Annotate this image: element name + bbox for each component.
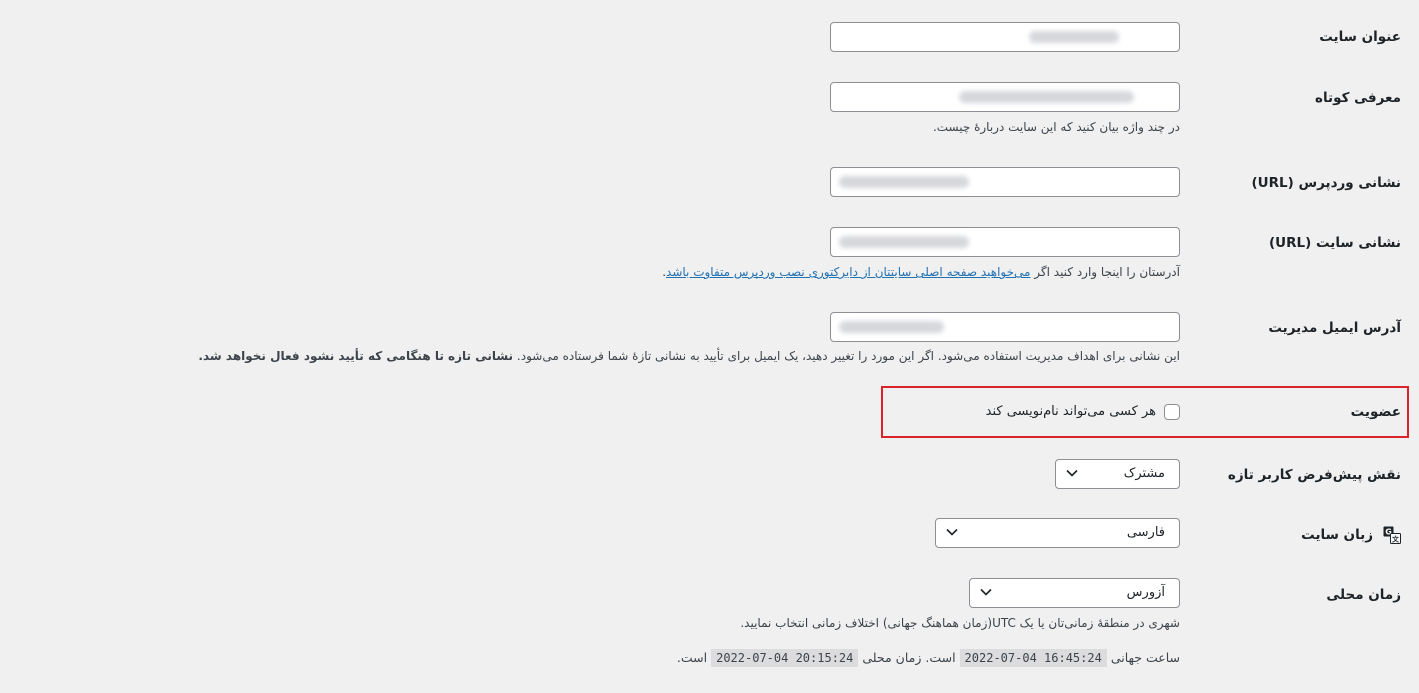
svg-text:文: 文 — [1392, 535, 1400, 544]
admin-email-input[interactable] — [830, 312, 1180, 342]
membership-checkbox[interactable] — [1164, 404, 1180, 420]
site-url-redacted-value — [839, 236, 969, 248]
local-time-suffix: است. — [676, 650, 708, 665]
default-role-selected-value: مشترک — [1123, 466, 1165, 481]
site-language-selected-value: فارسی — [1126, 525, 1165, 540]
site-url-input[interactable] — [830, 227, 1180, 257]
site-language-label: زبان سایت — [1301, 527, 1373, 543]
tagline-redacted-value — [959, 91, 1134, 103]
site-title-input[interactable] — [830, 22, 1180, 52]
admin-email-redacted-value — [839, 321, 944, 333]
utc-time-value: 2022-07-04 16:45:24 — [959, 649, 1107, 667]
timezone-select[interactable]: آزورس — [969, 578, 1180, 608]
timezone-label: زمان محلی — [1326, 587, 1401, 603]
wordpress-url-redacted-value — [839, 176, 969, 188]
admin-email-description: این نشانی برای اهداف مدیریت استفاده می‌ش… — [198, 349, 1180, 363]
utc-time-prefix: ساعت جهانی — [1110, 650, 1180, 665]
tagline-label: معرفی کوتاه — [1315, 90, 1401, 106]
chevron-down-icon — [946, 528, 958, 536]
site-url-description-prefix: آدرستان را اینجا وارد کنید اگر — [1030, 265, 1180, 279]
site-title-redacted-value — [1029, 31, 1119, 43]
local-time-value: 2022-07-04 20:15:24 — [711, 649, 859, 667]
admin-email-description-text: این نشانی برای اهداف مدیریت استفاده می‌ش… — [516, 349, 1180, 363]
general-settings-page: عنوان سایت معرفی کوتاه در چند واژه بیان … — [0, 0, 1419, 693]
tagline-description: در چند واژه بیان کنید که این سایت درباره… — [932, 120, 1180, 134]
membership-label: عضویت — [1350, 404, 1401, 420]
timezone-clock-line: ساعت جهانی 2022-07-04 16:45:24 است. زمان… — [676, 649, 1180, 667]
wordpress-url-label: نشانی وردپرس (URL) — [1251, 175, 1402, 191]
tagline-input[interactable] — [830, 82, 1180, 112]
default-role-select[interactable]: مشترک — [1055, 459, 1180, 489]
wordpress-url-input[interactable] — [830, 167, 1180, 197]
local-time-middle: است. زمان محلی — [862, 650, 956, 665]
site-language-select[interactable]: فارسی — [935, 518, 1180, 548]
chevron-down-icon — [980, 588, 992, 596]
timezone-description: شهری در منطقهٔ زمانی‌تان یا یک UTC(زمان … — [740, 616, 1180, 630]
site-url-label: نشانی سایت (URL) — [1268, 235, 1401, 251]
site-title-label: عنوان سایت — [1319, 29, 1401, 45]
admin-email-label: آدرس ایمیل مدیریت — [1268, 320, 1401, 336]
timezone-selected-value: آزورس — [1126, 585, 1165, 600]
default-role-label: نقش پیش‌فرض کاربر تازه — [1227, 467, 1401, 483]
chevron-down-icon — [1066, 469, 1078, 477]
translation-icon: G 文 — [1383, 526, 1401, 544]
admin-email-description-warning: نشانی تازه تا هنگامی که تأیید نشود فعال … — [198, 349, 514, 363]
membership-checkbox-label[interactable]: هر کسی می‌تواند نام‌نویسی کند — [986, 404, 1156, 419]
site-url-help-link[interactable]: می‌خواهید صفحه اصلی سایتتان از دایرکتوری… — [666, 265, 1030, 279]
site-url-description: آدرستان را اینجا وارد کنید اگر می‌خواهید… — [662, 265, 1180, 279]
